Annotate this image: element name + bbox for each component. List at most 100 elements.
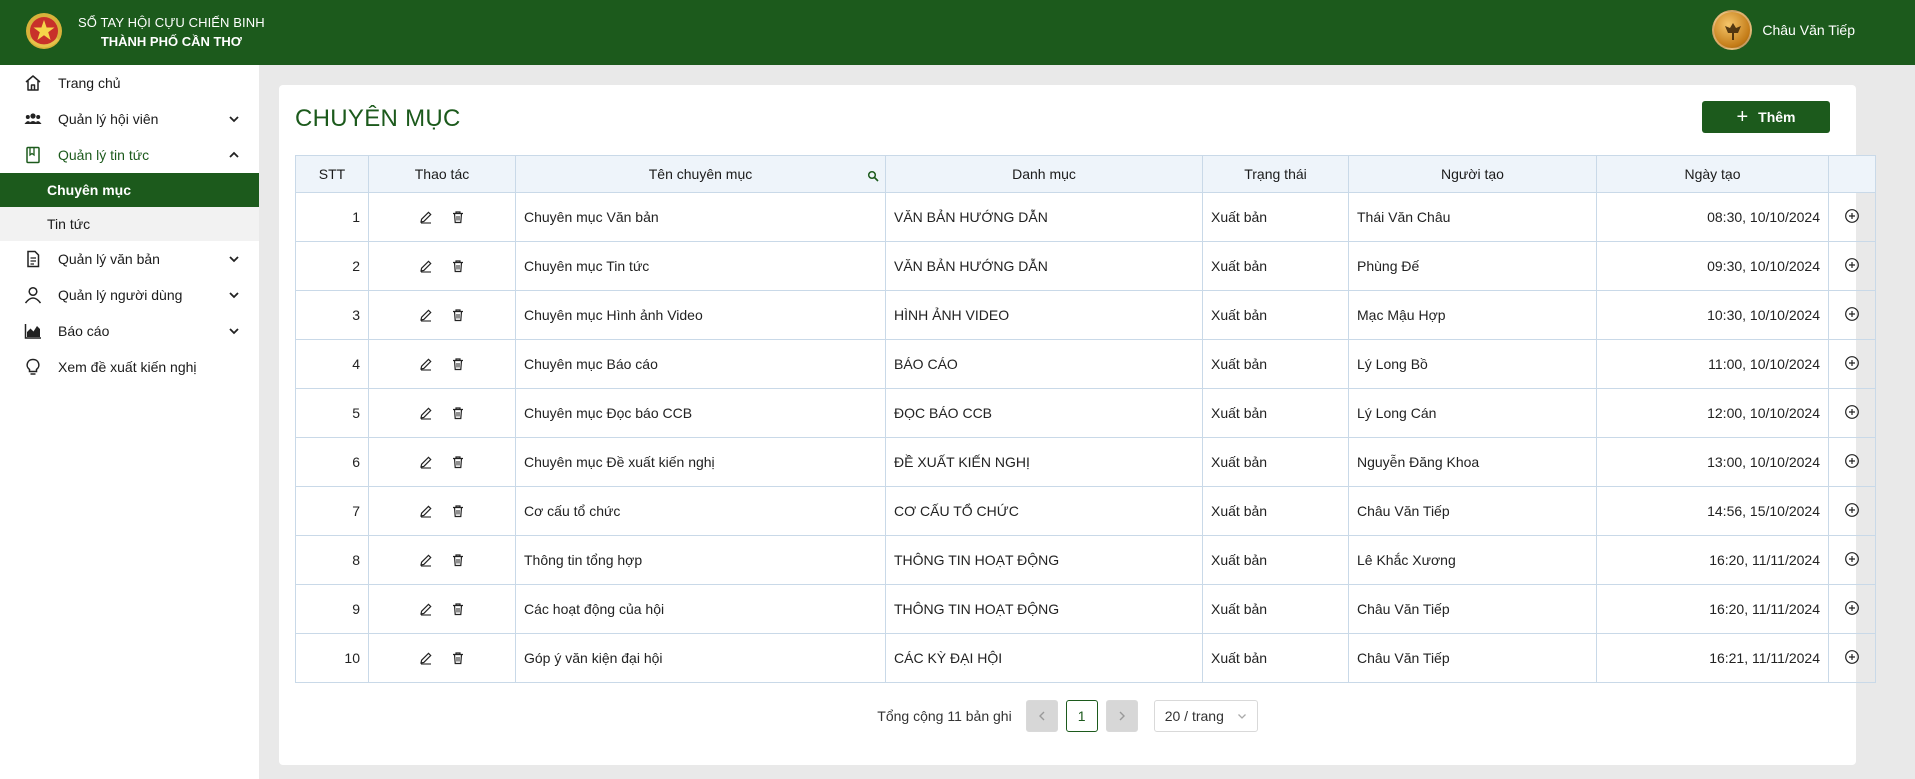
sidebar-item-members[interactable]: Quản lý hội viên bbox=[0, 101, 259, 137]
cell-name: Chuyên mục Đọc báo CCB bbox=[515, 388, 886, 438]
cell-stt: 5 bbox=[295, 388, 369, 438]
cell-created-date: 09:30, 10/10/2024 bbox=[1596, 241, 1829, 291]
cell-actions bbox=[368, 437, 516, 487]
cell-expand bbox=[1828, 486, 1876, 536]
page-title: CHUYÊN MỤC bbox=[295, 105, 461, 132]
trash-icon[interactable] bbox=[451, 210, 465, 224]
chevron-down-icon bbox=[227, 324, 241, 338]
sidebar-item-home[interactable]: Trang chủ bbox=[0, 65, 259, 101]
cell-created-date: 16:20, 11/11/2024 bbox=[1596, 535, 1829, 585]
edit-icon[interactable] bbox=[419, 455, 433, 469]
page-size-select[interactable]: 20 / trang bbox=[1153, 700, 1258, 732]
sidebar-item-reports[interactable]: Báo cáo bbox=[0, 313, 259, 349]
cell-creator: Lê Khắc Xương bbox=[1348, 535, 1597, 585]
cell-creator: Phùng Đế bbox=[1348, 241, 1597, 291]
table-row: 1 Chuyên mục Văn bản VĂN BẢN HƯỚNG DẪN Xuất… bbox=[295, 192, 1876, 242]
cell-expand bbox=[1828, 290, 1876, 340]
avatar[interactable] bbox=[1712, 10, 1753, 50]
edit-icon[interactable] bbox=[419, 210, 433, 224]
table-row: 5 Chuyên mục Đọc báo CCB ĐỌC BÁO CCB Xuất b… bbox=[295, 388, 1876, 438]
user-menu[interactable]: Châu Văn Tiếp bbox=[1712, 10, 1855, 50]
table-body: 1 Chuyên mục Văn bản VĂN BẢN HƯỚNG DẪN Xuất… bbox=[295, 192, 1876, 683]
column-header-actions: Thao tác bbox=[368, 155, 516, 193]
emblem-logo-icon[interactable] bbox=[24, 9, 64, 53]
cell-expand bbox=[1828, 633, 1876, 683]
cell-category: VĂN BẢN HƯỚNG DẪN bbox=[885, 192, 1203, 242]
add-button[interactable]: + Thêm bbox=[1702, 101, 1830, 133]
edit-icon[interactable] bbox=[419, 651, 433, 665]
edit-icon[interactable] bbox=[419, 308, 433, 322]
edit-icon[interactable] bbox=[419, 553, 433, 567]
cell-created-date: 16:20, 11/11/2024 bbox=[1596, 584, 1829, 634]
cell-expand bbox=[1828, 535, 1876, 585]
column-header-stt: STT bbox=[295, 155, 369, 193]
column-header-name-label: Tên chuyên mục bbox=[648, 166, 753, 182]
edit-icon[interactable] bbox=[419, 602, 433, 616]
cell-stt: 3 bbox=[295, 290, 369, 340]
chevron-up-icon bbox=[227, 148, 241, 162]
cell-name: Chuyên mục Văn bản bbox=[515, 192, 886, 242]
table-row: 3 Chuyên mục Hình ảnh Video HÌNH ẢNH VIDEO… bbox=[295, 290, 1876, 340]
cell-creator: Lý Long Cán bbox=[1348, 388, 1597, 438]
plus-circle-icon[interactable] bbox=[1844, 208, 1860, 224]
sidebar-item-news[interactable]: Quản lý tin tức bbox=[0, 137, 259, 173]
trash-icon[interactable] bbox=[451, 504, 465, 518]
top-bar: SỔ TAY HỘI CỰU CHIẾN BINH THÀNH PHỐ CẦN … bbox=[0, 0, 1915, 65]
cell-actions bbox=[368, 535, 516, 585]
user-name[interactable]: Châu Văn Tiếp bbox=[1762, 22, 1855, 38]
trash-icon[interactable] bbox=[451, 308, 465, 322]
column-header-name[interactable]: Tên chuyên mục bbox=[515, 155, 886, 193]
plus-circle-icon[interactable] bbox=[1844, 551, 1860, 567]
sidebar-subitem-categories[interactable]: Chuyên mục bbox=[0, 173, 259, 207]
cell-actions bbox=[368, 192, 516, 242]
edit-icon[interactable] bbox=[419, 357, 433, 371]
cell-creator: Mạc Mậu Hợp bbox=[1348, 290, 1597, 340]
trash-icon[interactable] bbox=[451, 651, 465, 665]
trash-icon[interactable] bbox=[451, 357, 465, 371]
cell-expand bbox=[1828, 584, 1876, 634]
cell-expand bbox=[1828, 339, 1876, 389]
sidebar-item-label: Quản lý hội viên bbox=[58, 111, 159, 127]
cell-status: Xuất bản bbox=[1202, 388, 1349, 438]
edit-icon[interactable] bbox=[419, 406, 433, 420]
prev-page-button[interactable] bbox=[1025, 700, 1058, 732]
cell-category: THÔNG TIN HOẠT ĐỘNG bbox=[885, 535, 1203, 585]
edit-icon[interactable] bbox=[419, 504, 433, 518]
plus-circle-icon[interactable] bbox=[1844, 453, 1860, 469]
plus-circle-icon[interactable] bbox=[1844, 502, 1860, 518]
trash-icon[interactable] bbox=[451, 455, 465, 469]
plus-circle-icon[interactable] bbox=[1844, 355, 1860, 371]
column-header-status: Trạng thái bbox=[1202, 155, 1349, 193]
edit-icon[interactable] bbox=[419, 259, 433, 273]
chevron-right-icon bbox=[1119, 711, 1125, 721]
plus-circle-icon[interactable] bbox=[1844, 649, 1860, 665]
chevron-down-icon bbox=[1237, 714, 1246, 719]
book-icon bbox=[24, 146, 42, 164]
sidebar-item-documents[interactable]: Quản lý văn bản bbox=[0, 241, 259, 277]
trash-icon[interactable] bbox=[451, 553, 465, 567]
brand-line2: THÀNH PHỐ CẦN THƠ bbox=[100, 34, 242, 49]
add-button-label: Thêm bbox=[1758, 109, 1796, 125]
sidebar-item-users[interactable]: Quản lý người dùng bbox=[0, 277, 259, 313]
sidebar-item-label: Quản lý người dùng bbox=[58, 287, 183, 303]
next-page-button[interactable] bbox=[1105, 700, 1138, 732]
page-number-button[interactable]: 1 bbox=[1065, 700, 1098, 732]
plus-circle-icon[interactable] bbox=[1844, 600, 1860, 616]
sidebar-item-proposals[interactable]: Xem đề xuất kiến nghị bbox=[0, 349, 259, 385]
cell-created-date: 10:30, 10/10/2024 bbox=[1596, 290, 1829, 340]
column-header-created-date: Ngày tạo bbox=[1596, 155, 1829, 193]
cell-creator: Châu Văn Tiếp bbox=[1348, 584, 1597, 634]
search-icon[interactable] bbox=[867, 169, 879, 182]
cell-actions bbox=[368, 633, 516, 683]
cell-stt: 10 bbox=[295, 633, 369, 683]
plus-icon: + bbox=[1736, 106, 1749, 128]
sidebar-subitem-news[interactable]: Tin tức bbox=[0, 207, 259, 241]
trash-icon[interactable] bbox=[451, 259, 465, 273]
trash-icon[interactable] bbox=[451, 406, 465, 420]
cell-stt: 7 bbox=[295, 486, 369, 536]
plus-circle-icon[interactable] bbox=[1844, 404, 1860, 420]
trash-icon[interactable] bbox=[451, 602, 465, 616]
plus-circle-icon[interactable] bbox=[1844, 306, 1860, 322]
cell-status: Xuất bản bbox=[1202, 339, 1349, 389]
plus-circle-icon[interactable] bbox=[1844, 257, 1860, 273]
